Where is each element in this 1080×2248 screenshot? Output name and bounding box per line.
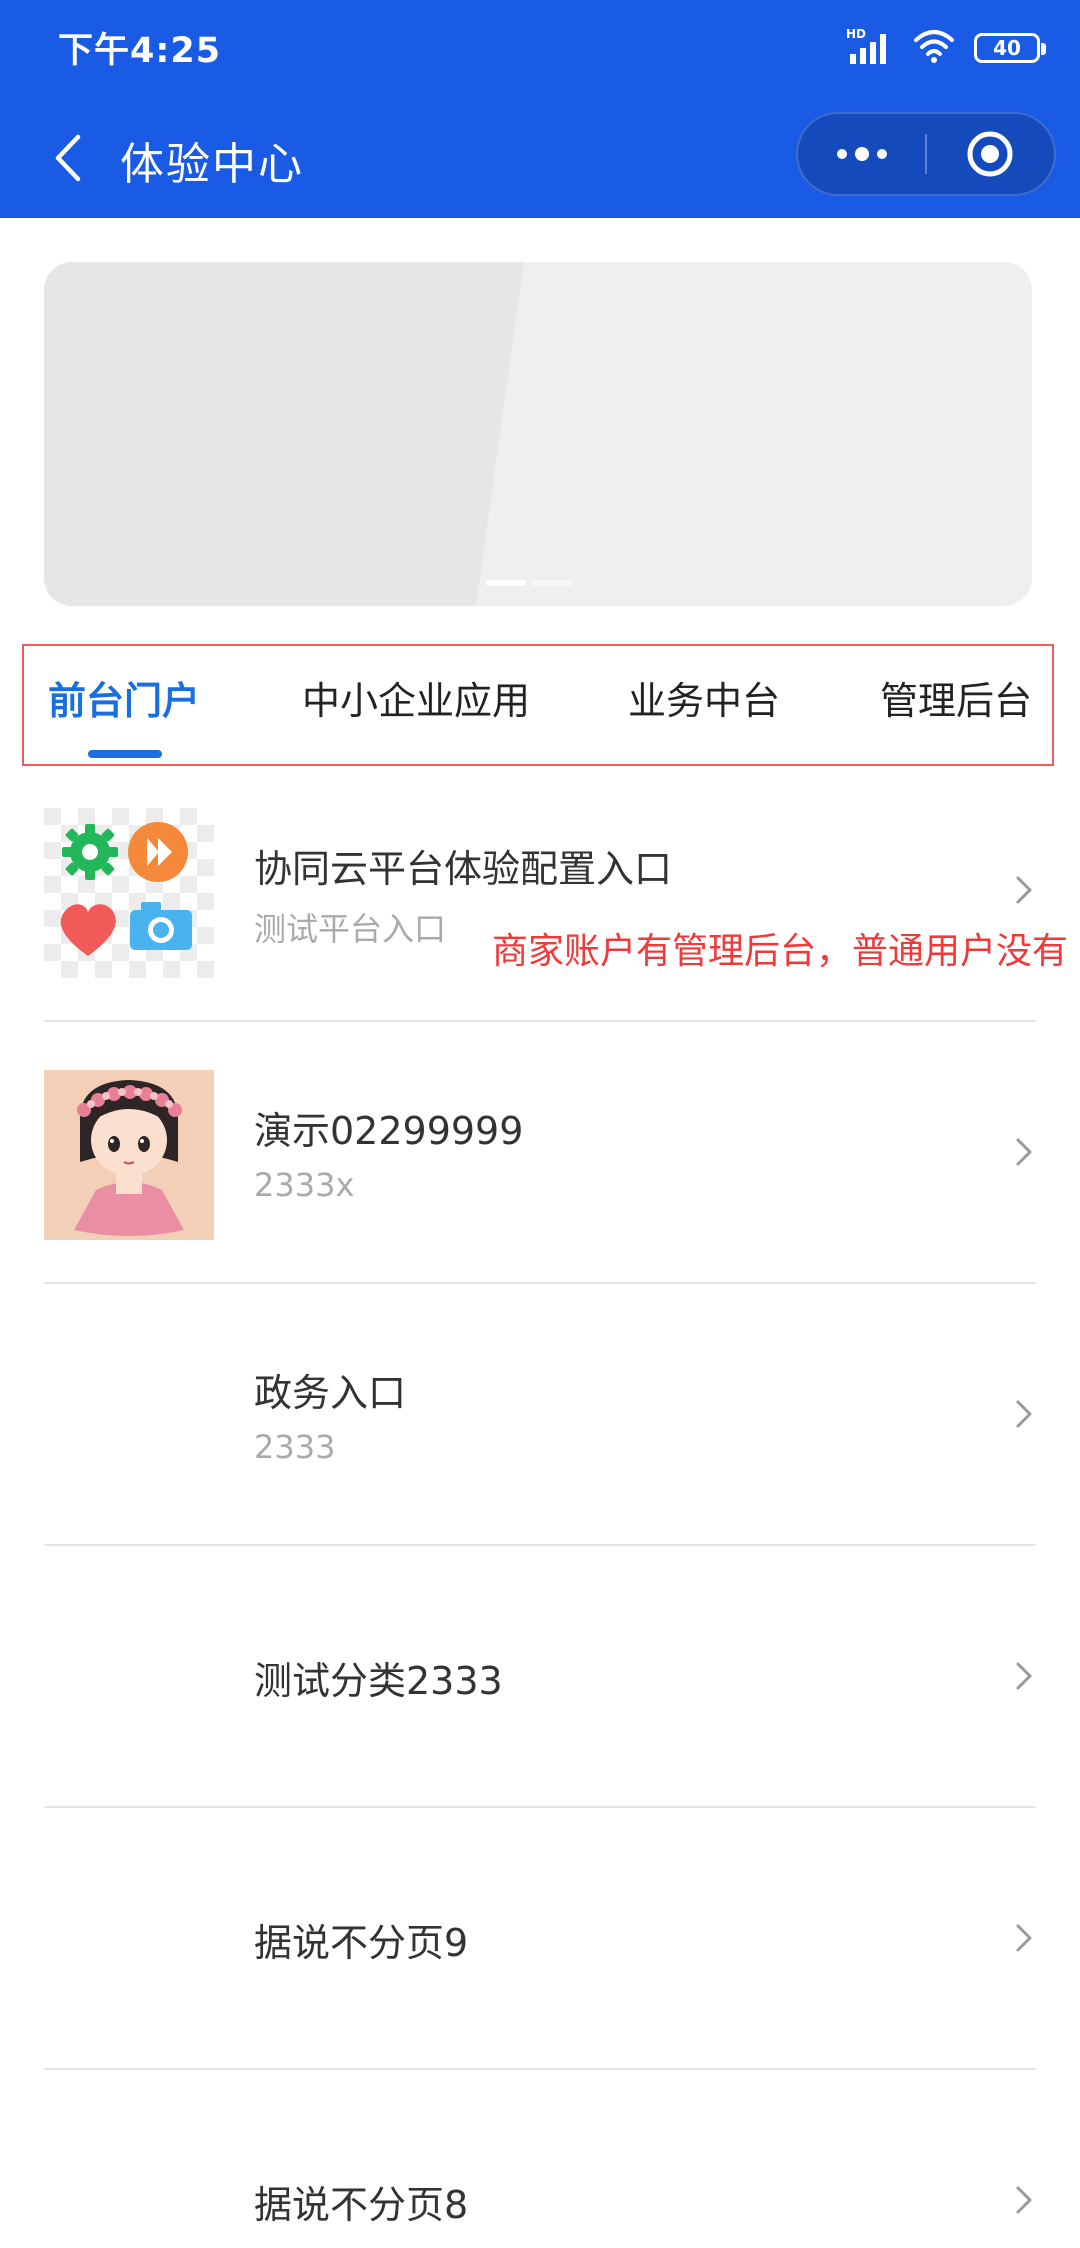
banner-slide [44, 262, 524, 606]
item-subtitle: 测试平台入口 [254, 910, 447, 948]
carousel-indicator [486, 580, 572, 586]
wifi-icon [912, 28, 956, 68]
list-item[interactable]: 演示02299999 2333x [0, 1022, 1080, 1284]
list-item[interactable]: 据说不分页8 [0, 2070, 1080, 2248]
chevron-right-icon [1016, 1400, 1032, 1428]
back-button[interactable] [38, 126, 98, 190]
item-title: 据说不分页8 [254, 2183, 469, 2227]
back-arrow-icon [55, 134, 81, 182]
more-button[interactable] [798, 114, 925, 194]
tab-admin-backend[interactable]: 管理后台 [880, 670, 1032, 725]
chevron-right-icon [1016, 876, 1032, 904]
item-subtitle: 2333x [254, 1166, 355, 1204]
item-title: 政务入口 [254, 1371, 407, 1415]
item-thumbnail [44, 1070, 214, 1240]
close-miniprogram-button[interactable] [927, 114, 1054, 194]
annotation-note: 商家账户有管理后台，普通用户没有 [492, 931, 1069, 972]
banner-carousel[interactable] [44, 262, 1032, 606]
list-item[interactable]: 测试分类2333 [0, 1546, 1080, 1808]
chevron-right-icon [1016, 1138, 1032, 1166]
status-time: 下午4:25 [58, 31, 222, 71]
mini-program-capsule [796, 112, 1056, 196]
chevron-right-icon [1016, 1662, 1032, 1690]
chevron-right-icon [1016, 2186, 1032, 2214]
target-circle-icon [967, 131, 1013, 177]
gear-icon [62, 824, 118, 880]
list-item[interactable]: 协同云平台体验配置入口 测试平台入口 [0, 760, 1080, 1022]
chevron-right-icon [1016, 1924, 1032, 1952]
category-tabs: 前台门户 中小企业应用 业务中台 管理后台 [0, 630, 1080, 758]
status-bar: 下午4:25 HD 40 [0, 0, 1080, 98]
carousel-dot [532, 580, 572, 586]
more-dots-icon [836, 147, 887, 161]
item-thumbnail [44, 808, 214, 978]
entry-list: 协同云平台体验配置入口 测试平台入口 演示02299999 2333x 政务入口… [0, 760, 1080, 2248]
item-title: 据说不分页9 [254, 1921, 469, 1965]
battery-icon: 40 [974, 33, 1046, 63]
list-item[interactable]: 政务入口 2333 [0, 1284, 1080, 1546]
signal-icon: HD [846, 26, 894, 70]
item-title: 演示02299999 [254, 1109, 524, 1153]
page-title: 体验中心 [120, 139, 304, 190]
item-title: 协同云平台体验配置入口 [254, 847, 673, 891]
tab-front-portal[interactable]: 前台门户 [48, 670, 200, 725]
carousel-dot [486, 580, 526, 586]
item-subtitle: 2333 [254, 1428, 336, 1466]
status-icons: HD 40 [846, 26, 1046, 70]
play-icon [128, 822, 188, 882]
tab-business-middle[interactable]: 业务中台 [628, 670, 780, 725]
battery-level: 40 [993, 36, 1021, 60]
tab-sme-apps[interactable]: 中小企业应用 [302, 670, 530, 725]
list-item[interactable]: 据说不分页9 [0, 1808, 1080, 2070]
nav-bar: 体验中心 [0, 98, 1080, 218]
active-tab-indicator [88, 750, 162, 758]
item-title: 测试分类2333 [254, 1659, 503, 1703]
network-label: HD [846, 27, 866, 41]
